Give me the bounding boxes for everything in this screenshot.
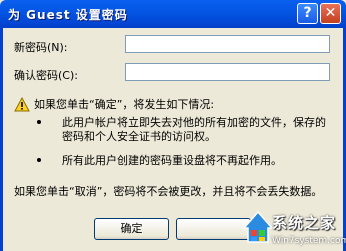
new-password-field[interactable] — [125, 35, 330, 53]
bullet-dot — [37, 120, 41, 124]
help-button[interactable]: ? — [297, 3, 318, 24]
close-icon: ✕ — [324, 5, 337, 21]
watermark-text: 系统之家 — [272, 214, 337, 232]
watermark-url: Win7system.com — [272, 236, 346, 246]
warning-intro: 如果您单击“确定”，将发生如下情况: — [34, 98, 215, 111]
new-password-label: 新密码(N): — [14, 41, 68, 54]
window-title: 为 Guest 设置密码 — [8, 8, 128, 22]
bullet1-line2: 密码和个人安全证书的访问权。 — [62, 130, 216, 143]
bullet-dot — [37, 158, 41, 162]
confirm-password-field[interactable] — [125, 63, 330, 81]
title-bar[interactable]: 为 Guest 设置密码 ? ✕ — [0, 0, 346, 28]
ok-button[interactable]: 确定 — [94, 218, 169, 240]
cancel-note: 如果您单击“取消”，密码将不会被更改，并且将不会丢失数据。 — [14, 185, 323, 198]
help-icon: ? — [303, 5, 312, 21]
close-button[interactable]: ✕ — [320, 3, 341, 24]
ok-button-label: 确定 — [120, 222, 143, 235]
confirm-password-label: 确认密码(C): — [14, 69, 78, 82]
bullet2-text: 所有此用户创建的密码重设盘将不再起作用。 — [62, 154, 282, 167]
warning-icon — [14, 97, 30, 112]
